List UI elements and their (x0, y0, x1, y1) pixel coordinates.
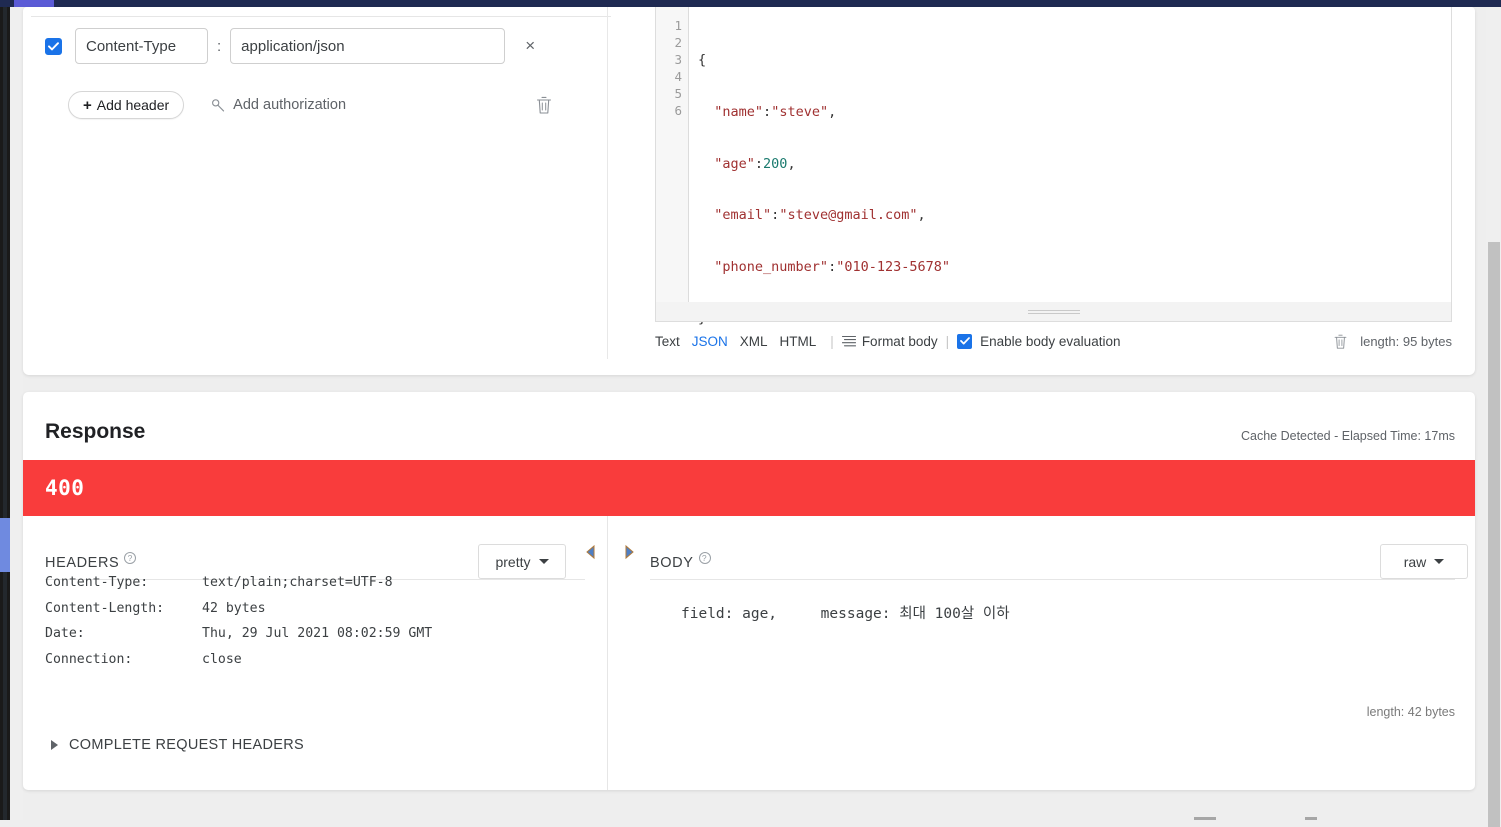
add-header-label: Add header (97, 97, 169, 113)
body-view-mode-label: raw (1404, 554, 1427, 570)
code-line: { (698, 52, 1451, 69)
complete-request-headers-label: COMPLETE REQUEST HEADERS (69, 737, 304, 753)
format-body-button[interactable]: Format body (842, 334, 938, 349)
chevron-down-icon-body (1434, 559, 1444, 564)
body-view-mode-select[interactable]: raw (1380, 544, 1468, 579)
header-value-input[interactable] (230, 28, 505, 64)
body-editor-toolbar: Text JSON XML HTML | Format body | Enabl… (655, 330, 1452, 352)
response-title: Response (45, 420, 145, 444)
table-row: Connection: close (45, 647, 432, 673)
line-number: 4 (674, 69, 682, 84)
collapse-left-arrow-icon[interactable] (583, 544, 599, 560)
editor-line-gutter: 1 2 3 4 5 6 (656, 7, 689, 307)
add-header-button[interactable]: + Add header (68, 91, 184, 119)
response-body-length: length: 42 bytes (1367, 705, 1455, 719)
header-separator: : (217, 38, 221, 55)
editor-code-area[interactable]: { "name":"steve", "age":200, "email":"st… (690, 7, 1451, 307)
chevron-right-icon (51, 740, 58, 750)
page-scrollbar-thumb[interactable] (1488, 242, 1500, 827)
format-tab-text[interactable]: Text (655, 334, 680, 349)
body-title-text: BODY (650, 555, 694, 571)
format-tab-json[interactable]: JSON (692, 334, 728, 349)
editor-toolbar-right: length: 95 bytes (1333, 330, 1452, 352)
header-name-input[interactable] (75, 28, 208, 64)
clear-body-icon[interactable] (1333, 333, 1348, 350)
line-number: 6 (674, 103, 682, 118)
header-value: 42 bytes (202, 596, 266, 622)
line-number: 3 (674, 52, 682, 67)
header-value: close (202, 647, 242, 673)
key-icon (211, 98, 226, 113)
request-header-row: : × (45, 28, 541, 64)
body-pane-rule (650, 579, 1455, 580)
code-line: "age":200, (698, 156, 1451, 173)
headers-title-text: HEADERS (45, 555, 119, 571)
headers-help-icon[interactable]: ? (124, 552, 136, 564)
headers-view-mode-label: pretty (495, 554, 530, 570)
response-meta: Cache Detected - Elapsed Time: 17ms (1241, 429, 1455, 443)
response-status-bar: 400 (23, 460, 1475, 516)
chevron-down-icon (539, 559, 549, 564)
code-line: "phone_number":"010-123-5678" (698, 259, 1451, 276)
header-key: Content-Length: (45, 596, 202, 622)
body-length-label: length: 95 bytes (1360, 334, 1452, 349)
add-authorization-label: Add authorization (233, 97, 346, 113)
page-scrollbar-track[interactable] (1486, 7, 1501, 820)
collapse-right-arrow-icon[interactable] (621, 544, 637, 560)
enable-body-evaluation-checkbox[interactable] (957, 334, 972, 349)
body-pane-title: BODY? (650, 552, 711, 571)
request-pane-divider (607, 7, 608, 359)
format-tab-html[interactable]: HTML (780, 334, 817, 349)
response-pane-divider (607, 516, 608, 790)
headers-view-mode-select[interactable]: pretty (478, 544, 566, 579)
left-gutter (10, 7, 23, 820)
delete-request-icon[interactable] (535, 95, 553, 115)
left-rail-selection-indicator (0, 518, 10, 572)
response-card: Response Cache Detected - Elapsed Time: … (23, 392, 1475, 790)
table-row: Content-Type: text/plain;charset=UTF-8 (45, 570, 432, 596)
remove-header-icon[interactable]: × (519, 35, 541, 57)
response-body-content: field: age, message: 최대 100살 이하 (681, 602, 1010, 623)
status-code: 400 (45, 476, 84, 500)
add-authorization-button[interactable]: Add authorization (211, 97, 346, 113)
editor-resize-bar[interactable] (655, 302, 1452, 322)
headers-pane-title: HEADERS? (45, 552, 136, 571)
code-line: "name":"steve", (698, 104, 1451, 121)
toolbar-separator-2: | (946, 334, 950, 349)
header-value: text/plain;charset=UTF-8 (202, 570, 393, 596)
table-row: Date: Thu, 29 Jul 2021 08:02:59 GMT (45, 621, 432, 647)
request-divider (31, 16, 611, 17)
header-key: Content-Type: (45, 570, 202, 596)
enable-body-evaluation-toggle[interactable]: Enable body evaluation (957, 334, 1120, 349)
response-headers-table: Content-Type: text/plain;charset=UTF-8 C… (45, 570, 432, 672)
code-line: "email":"steve@gmail.com", (698, 207, 1451, 224)
plus-icon: + (83, 98, 92, 113)
request-actions-row: + Add header Add authorization (68, 91, 346, 119)
format-lines-icon (842, 335, 856, 347)
left-rail-inner (3, 7, 7, 820)
line-number: 1 (674, 18, 682, 33)
body-editor[interactable]: 1 2 3 4 5 6 { "name":"steve", "age":200,… (655, 7, 1452, 308)
complete-request-headers-toggle[interactable]: COMPLETE REQUEST HEADERS (51, 737, 304, 753)
line-number: 2 (674, 35, 682, 50)
line-number: 5 (674, 86, 682, 101)
header-key: Date: (45, 621, 202, 647)
window-accent-tab (14, 0, 54, 7)
toolbar-separator: | (830, 334, 834, 349)
header-key: Connection: (45, 647, 202, 673)
enable-body-evaluation-label: Enable body evaluation (980, 334, 1120, 349)
format-tab-xml[interactable]: XML (740, 334, 768, 349)
header-enabled-checkbox[interactable] (45, 38, 62, 55)
format-body-label: Format body (862, 334, 938, 349)
window-top-bar (0, 0, 1501, 7)
header-value: Thu, 29 Jul 2021 08:02:59 GMT (202, 621, 432, 647)
body-help-icon[interactable]: ? (699, 552, 711, 564)
table-row: Content-Length: 42 bytes (45, 596, 432, 622)
resize-grip-icon[interactable] (1028, 310, 1080, 315)
